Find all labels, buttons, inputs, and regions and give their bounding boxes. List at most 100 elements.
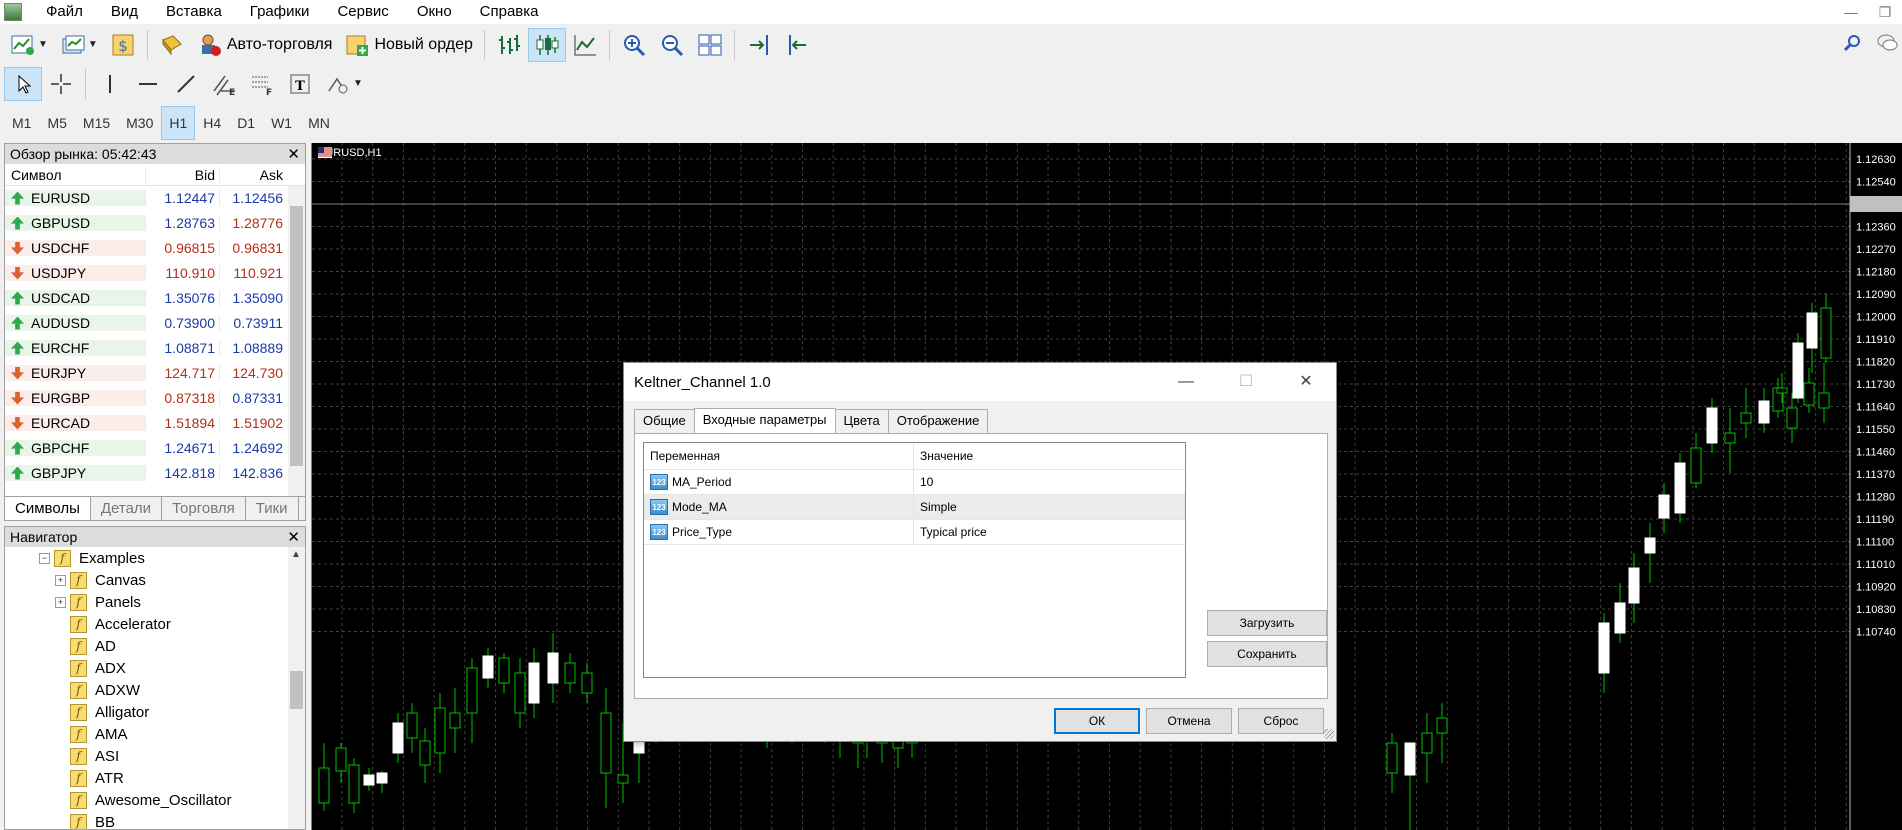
scroll-up-icon[interactable]: ▲ bbox=[291, 549, 301, 560]
market-watch-row[interactable]: EURJPY 124.717 124.730 bbox=[5, 361, 305, 386]
navigator-item[interactable]: f ADX bbox=[5, 657, 305, 679]
new-chart-button[interactable]: ▼ bbox=[4, 28, 54, 62]
chart-shift-button[interactable] bbox=[740, 28, 778, 62]
market-watch-row[interactable]: AUDUSD 0.73900 0.73911 bbox=[5, 311, 305, 336]
new-order-button[interactable]: Новый ордер bbox=[338, 28, 478, 62]
market-watch-row[interactable]: USDJPY 110.910 110.921 bbox=[5, 261, 305, 286]
expand-icon[interactable]: + bbox=[55, 574, 66, 586]
trend-line-button[interactable] bbox=[167, 67, 205, 101]
cursor-tool-button[interactable] bbox=[4, 66, 42, 101]
ok-button[interactable]: ОК bbox=[1054, 708, 1140, 734]
market-watch-row[interactable]: EURUSD 1.12447 1.12456 bbox=[5, 186, 305, 211]
column-ask[interactable]: Ask bbox=[219, 166, 289, 183]
navigator-item[interactable]: f ADXW bbox=[5, 679, 305, 701]
minimize-icon[interactable]: — bbox=[1834, 0, 1868, 24]
market-watch-row[interactable]: GBPUSD 1.28763 1.28776 bbox=[5, 211, 305, 236]
parameter-value[interactable]: 10 bbox=[914, 475, 933, 489]
parameter-row[interactable]: 123 Price_Type Typical price bbox=[644, 520, 1185, 545]
reset-button[interactable]: Сброс bbox=[1238, 708, 1324, 734]
navigator-item[interactable]: f Awesome_Oscillator bbox=[5, 789, 305, 811]
menu-window[interactable]: Окно bbox=[403, 0, 466, 24]
navigator-item[interactable]: f ASI bbox=[5, 745, 305, 767]
market-watch-row[interactable]: USDCHF 0.96815 0.96831 bbox=[5, 236, 305, 261]
market-watch-button[interactable]: $ bbox=[104, 28, 142, 62]
profiles-button[interactable]: ▼ bbox=[54, 28, 104, 62]
column-variable[interactable]: Переменная bbox=[644, 443, 914, 469]
fibonacci-button[interactable]: E bbox=[205, 67, 243, 101]
chevron-down-icon[interactable]: ▼ bbox=[38, 39, 48, 50]
collapse-icon[interactable]: − bbox=[39, 552, 50, 564]
timeframe-d1[interactable]: D1 bbox=[229, 106, 263, 140]
tab-visualization[interactable]: Отображение bbox=[887, 409, 989, 433]
crosshair-tool-button[interactable] bbox=[42, 67, 80, 101]
market-watch-row[interactable]: GBPJPY 142.818 142.836 bbox=[5, 461, 305, 486]
cancel-button[interactable]: Отмена bbox=[1146, 708, 1232, 734]
navigator-item[interactable]: − f Examples bbox=[5, 547, 305, 569]
zoom-in-button[interactable] bbox=[615, 28, 653, 62]
restore-icon[interactable]: ❐ bbox=[1868, 0, 1902, 24]
shapes-tool-button[interactable]: ▼ bbox=[319, 67, 369, 101]
navigator-item[interactable]: f AD bbox=[5, 635, 305, 657]
column-symbol[interactable]: Символ bbox=[5, 167, 145, 183]
menu-insert[interactable]: Вставка bbox=[152, 0, 236, 24]
tab-colors[interactable]: Цвета bbox=[834, 409, 889, 433]
parameter-row[interactable]: 123 MA_Period 10 bbox=[644, 470, 1185, 495]
parameter-value[interactable]: Simple bbox=[914, 500, 957, 514]
zoom-out-button[interactable] bbox=[653, 28, 691, 62]
timeframe-m30[interactable]: M30 bbox=[118, 106, 161, 140]
minimize-icon[interactable]: — bbox=[1156, 363, 1216, 401]
close-icon[interactable]: ✕ bbox=[287, 145, 300, 163]
tile-windows-button[interactable] bbox=[691, 28, 729, 62]
market-watch-row[interactable]: GBPCHF 1.24671 1.24692 bbox=[5, 436, 305, 461]
column-bid[interactable]: Bid bbox=[145, 166, 219, 183]
load-button[interactable]: Загрузить bbox=[1207, 610, 1327, 636]
expand-icon[interactable]: + bbox=[55, 596, 66, 608]
parameter-row[interactable]: 123 Mode_MA Simple bbox=[644, 495, 1185, 520]
close-icon[interactable]: ✕ bbox=[287, 528, 300, 546]
navigator-item[interactable]: f ATR bbox=[5, 767, 305, 789]
close-icon[interactable]: ✕ bbox=[1276, 363, 1336, 401]
column-value[interactable]: Значение bbox=[914, 449, 973, 463]
menu-view[interactable]: Вид bbox=[97, 0, 152, 24]
tab-common[interactable]: Общие bbox=[634, 409, 695, 433]
timeframe-h4[interactable]: H4 bbox=[195, 106, 229, 140]
navigator-item[interactable]: + f Canvas bbox=[5, 569, 305, 591]
tab-details[interactable]: Детали bbox=[91, 497, 163, 520]
market-watch-row[interactable]: USDCAD 1.35076 1.35090 bbox=[5, 286, 305, 311]
market-watch-scrollbar[interactable] bbox=[288, 186, 305, 502]
save-button[interactable]: Сохранить bbox=[1207, 641, 1327, 667]
tab-trading[interactable]: Торговля bbox=[162, 497, 246, 520]
timeframe-m5[interactable]: M5 bbox=[39, 106, 74, 140]
menu-tools[interactable]: Сервис bbox=[323, 0, 402, 24]
tab-symbols[interactable]: Символы bbox=[5, 497, 91, 520]
resize-grip-icon[interactable] bbox=[1324, 729, 1334, 739]
navigator-item[interactable]: f BB bbox=[5, 811, 305, 829]
vertical-line-button[interactable] bbox=[91, 67, 129, 101]
scrollbar-thumb[interactable] bbox=[290, 206, 303, 466]
maximize-icon[interactable]: ☐ bbox=[1216, 363, 1276, 401]
horizontal-line-button[interactable] bbox=[129, 67, 167, 101]
menu-help[interactable]: Справка bbox=[466, 0, 553, 24]
auto-trading-button[interactable]: Авто-торговля bbox=[191, 28, 339, 62]
navigator-item[interactable]: f Alligator bbox=[5, 701, 305, 723]
navigator-item[interactable]: f Accelerator bbox=[5, 613, 305, 635]
meta-editor-button[interactable] bbox=[153, 28, 191, 62]
chevron-down-icon[interactable]: ▼ bbox=[88, 39, 98, 50]
search-icon[interactable] bbox=[1842, 33, 1862, 56]
text-tool-button[interactable]: T bbox=[281, 67, 319, 101]
timeframe-m15[interactable]: M15 bbox=[75, 106, 118, 140]
tab-inputs[interactable]: Входные параметры bbox=[693, 408, 836, 433]
chevron-down-icon[interactable]: ▼ bbox=[353, 78, 363, 89]
menu-charts[interactable]: Графики bbox=[236, 0, 324, 24]
market-watch-row[interactable]: EURCAD 1.51894 1.51902 bbox=[5, 411, 305, 436]
fibo-levels-button[interactable]: F bbox=[243, 67, 281, 101]
navigator-item[interactable]: f AMA bbox=[5, 723, 305, 745]
menu-file[interactable]: Файл bbox=[32, 0, 97, 24]
chat-icon[interactable] bbox=[1876, 33, 1898, 56]
market-watch-row[interactable]: EURGBP 0.87318 0.87331 bbox=[5, 386, 305, 411]
line-chart-button[interactable] bbox=[566, 28, 604, 62]
tab-ticks[interactable]: Тики bbox=[246, 497, 299, 520]
navigator-scrollbar[interactable]: ▲ bbox=[288, 547, 305, 829]
timeframe-m1[interactable]: M1 bbox=[4, 106, 39, 140]
dialog-titlebar[interactable]: Keltner_Channel 1.0 — ☐ ✕ bbox=[624, 363, 1336, 401]
